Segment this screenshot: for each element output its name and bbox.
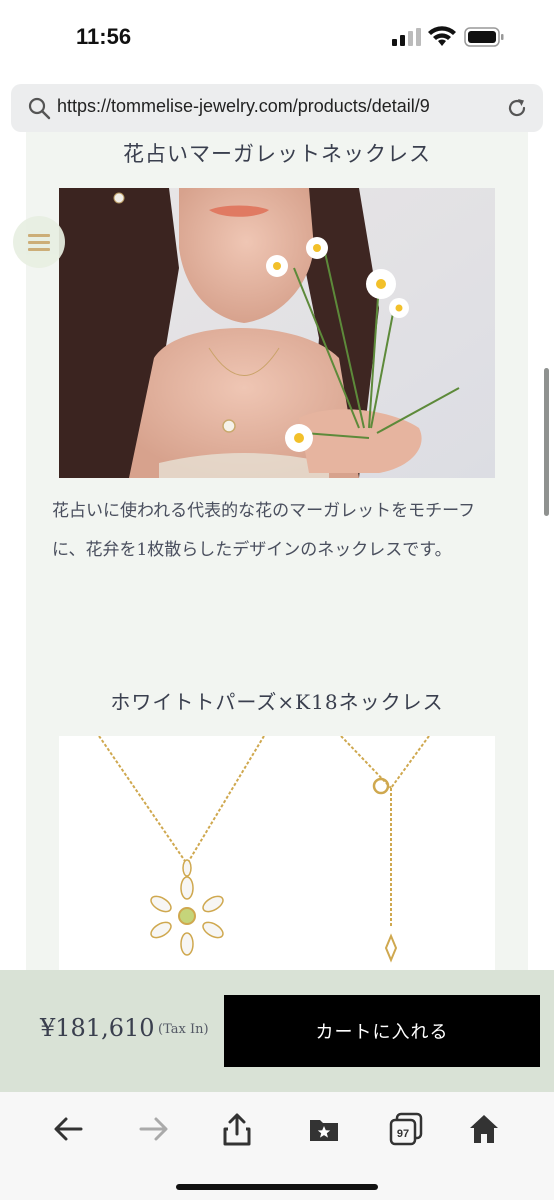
tabs-icon: 97: [389, 1112, 423, 1146]
battery-icon: [464, 27, 504, 47]
home-indicator: [176, 1184, 378, 1190]
tab-count: 97: [397, 1128, 409, 1140]
back-icon[interactable]: [51, 1112, 85, 1146]
search-icon: [28, 97, 51, 120]
status-time: 11:56: [76, 24, 132, 49]
cellular-signal-icon: [392, 28, 421, 46]
browser-toolbar: 97: [0, 1092, 554, 1200]
hamburger-menu-button[interactable]: [13, 216, 65, 268]
page-scrollbar[interactable]: [544, 368, 549, 516]
menu-icon-bar: [28, 241, 50, 244]
cart-bar: ¥181,610 (Tax In) カートに入れる: [0, 970, 554, 1092]
necklace-product-image: [59, 736, 495, 970]
wifi-icon: [428, 26, 456, 46]
product-price: ¥181,610: [40, 1014, 155, 1042]
menu-icon: [28, 234, 50, 237]
product-description: 花占いに使われる代表的な花のマーガレットをモチーフに、花弁を1枚散らしたデザイン…: [52, 501, 476, 560]
tax-label: (Tax In): [158, 1022, 209, 1037]
bookmarks-icon[interactable]: [307, 1112, 341, 1146]
model-photo: [59, 188, 495, 478]
forward-icon[interactable]: [137, 1112, 171, 1146]
url-text[interactable]: https://tommelise-jewelry.com/products/d…: [57, 96, 430, 117]
page-content: 花占いマーガレットネックレス 花占いに使われる代表的な花のマーガレットをモチーフ…: [0, 132, 554, 970]
add-to-cart-button[interactable]: カートに入れる: [224, 995, 540, 1067]
section-title-margaret: 花占いマーガレットネックレス: [123, 142, 431, 166]
reload-icon[interactable]: [505, 96, 529, 120]
address-bar[interactable]: https://tommelise-jewelry.com/products/d…: [11, 84, 543, 132]
home-icon[interactable]: [467, 1112, 501, 1146]
menu-icon-bar: [28, 248, 50, 251]
tabs-button[interactable]: 97: [389, 1112, 423, 1146]
share-icon[interactable]: [220, 1112, 254, 1146]
section-title-topaz: ホワイトトパーズ×K18ネックレス: [110, 690, 444, 714]
status-bar: 11:56: [0, 0, 554, 78]
